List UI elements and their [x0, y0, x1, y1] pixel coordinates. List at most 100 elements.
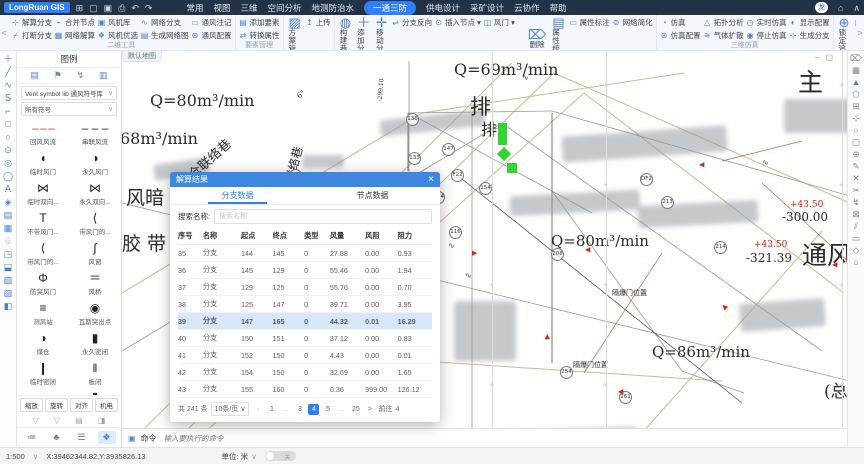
- draw-tool-icon-16[interactable]: ◳: [4, 250, 13, 259]
- next-page-button[interactable]: >: [364, 404, 375, 415]
- symbol-item-瓦斯突出点[interactable]: ◉瓦斯突出点: [69, 299, 121, 329]
- map-tool-icon-7[interactable]: ○: [853, 126, 858, 135]
- page-button-25[interactable]: 25: [350, 404, 361, 415]
- ribbon-item-仿真[interactable]: ◔仿真: [660, 17, 701, 28]
- ribbon-item-风门[interactable]: ◫风门 ▾: [483, 17, 524, 28]
- dialog-tab-分支数据[interactable]: 分支数据: [170, 187, 305, 204]
- ribbon-item-停止仿真[interactable]: ◉停止仿真: [746, 30, 787, 41]
- new-file-icon[interactable]: ⊞: [76, 3, 84, 13]
- ribbon-item-显示配置[interactable]: ◐显示配置: [789, 17, 830, 28]
- ribbon-item-构建巷道[interactable]: ◍构建巷道: [338, 16, 353, 50]
- map-tool-icon-3[interactable]: ▲: [852, 78, 860, 87]
- undo-icon[interactable]: ↶: [131, 3, 139, 13]
- theme-icon[interactable]: ⌂: [838, 3, 843, 13]
- draw-tool-icon-15[interactable]: ♧: [4, 237, 12, 246]
- page-button-4[interactable]: 4: [308, 404, 319, 415]
- symbol-item-不带风门...[interactable]: T不带风门...: [17, 209, 69, 239]
- ribbon-expand-right-icon[interactable]: >: [856, 15, 864, 50]
- dialog-title-bar[interactable]: 解算结果 ×: [170, 172, 440, 187]
- ribbon-item-主要风机[interactable]: ❋主要风机 ▾: [434, 49, 481, 50]
- map-tool-icon-16[interactable]: ▭: [852, 234, 860, 243]
- symbol-item-风窗[interactable]: ∫风窗: [69, 239, 121, 269]
- table-row[interactable]: 42分支154150032.690.001.65: [178, 364, 432, 381]
- search-input[interactable]: [214, 209, 432, 224]
- map-tool-icon-10[interactable]: ✎: [852, 162, 859, 171]
- ribbon-item-上传[interactable]: ↥上传: [305, 17, 331, 28]
- symbol-item-防突风门[interactable]: Φ防突风门: [17, 269, 69, 299]
- map-view-tab[interactable]: 默认地图: [122, 51, 162, 62]
- map-tool-icon-6[interactable]: ⊹: [852, 114, 859, 123]
- map-tool-icon-13[interactable]: ↯: [852, 198, 859, 207]
- ribbon-item-删除[interactable]: ⌦删除: [526, 16, 548, 50]
- legend-header-icon-2[interactable]: ⚑: [54, 70, 62, 81]
- symbol-library-select[interactable]: Vent symbol lib 通风符号库∨: [21, 86, 117, 100]
- dialog-tab-节点数据[interactable]: 节点数据: [305, 187, 440, 204]
- map-tool-icon-15[interactable]: ⫽: [854, 222, 858, 231]
- ribbon-item-下载[interactable]: ↧下载: [305, 49, 331, 50]
- map-tool-icon-11[interactable]: ✕: [852, 174, 859, 183]
- legend-filter-icon-4[interactable]: ◨: [98, 416, 106, 425]
- open-file-icon[interactable]: ▢: [89, 3, 98, 13]
- draw-tool-icon-20[interactable]: ◧: [4, 302, 13, 311]
- legend-button-机电[interactable]: 机电: [95, 398, 118, 412]
- ribbon-item-拓扑分析[interactable]: △拓扑分析: [703, 17, 744, 28]
- ribbon-item-属性统改[interactable]: ▤属性统改: [550, 16, 566, 50]
- symbol-item-临时密闭[interactable]: ❙临时密闭: [17, 359, 69, 389]
- legend-filter-icon-1[interactable]: ▽: [33, 416, 39, 425]
- ribbon-item-通风注记[interactable]: ▭通风注记: [191, 17, 232, 28]
- ribbon-item-仿真配置[interactable]: ⊛仿真配置: [660, 30, 701, 41]
- table-row[interactable]: 41分支15215004.430.000.01: [178, 347, 432, 364]
- menu-tab-常用[interactable]: 常用: [186, 2, 203, 14]
- ribbon-item-网络简化[interactable]: ⊜网络简化: [612, 17, 653, 28]
- print-icon[interactable]: ⎙: [118, 3, 125, 13]
- ribbon-item-添加分支[interactable]: ＋添加分支: [355, 16, 372, 50]
- redo-icon[interactable]: ↷: [145, 3, 153, 13]
- prev-page-button[interactable]: ‹: [252, 404, 263, 415]
- ribbon-item-气体扩散[interactable]: ≋气体扩散: [703, 30, 744, 41]
- menu-tab-供电设计[interactable]: 供电设计: [426, 2, 460, 14]
- symbol-item-永久风门[interactable]: ◑永久风门: [69, 149, 121, 179]
- menu-tab-空间分析[interactable]: 空间分析: [267, 2, 301, 14]
- page-size-select[interactable]: 10条/页∨: [211, 402, 250, 416]
- draw-tool-icon-14[interactable]: ▦: [4, 224, 13, 233]
- legend-button-对齐[interactable]: 对齐: [70, 398, 93, 412]
- symbol-item-串联风流[interactable]: – – –串联风流: [69, 119, 121, 149]
- draw-tool-icon-6[interactable]: □: [5, 120, 10, 129]
- map-tool-icon-9[interactable]: ⊕: [852, 150, 859, 159]
- symbol-filter-select[interactable]: 所有符号∨: [21, 102, 117, 116]
- table-row[interactable]: 37分支129125055.760.000.70: [178, 279, 432, 296]
- scale-select[interactable]: 1:500∨: [6, 452, 38, 461]
- table-row[interactable]: 39分支147165044.320.0116.29: [178, 313, 432, 330]
- table-row[interactable]: 43分支15516000.36999.00126.12: [178, 381, 432, 398]
- draw-tool-icon-4[interactable]: Ｓ: [3, 94, 12, 103]
- ribbon-item-生成网络图[interactable]: ▤生成网络图: [140, 30, 189, 41]
- draw-tool-icon-19[interactable]: ▨: [4, 289, 13, 298]
- collapse-ribbon-icon[interactable]: ∧: [853, 3, 860, 13]
- menu-tab-三维[interactable]: 三维: [240, 2, 257, 14]
- ribbon-item-实时仿真[interactable]: ◷实时仿真: [746, 17, 787, 28]
- ribbon-collapse-left-icon[interactable]: <: [0, 15, 8, 50]
- close-icon[interactable]: ×: [428, 175, 434, 185]
- ribbon-item-取消简化[interactable]: ⊝取消简化: [612, 49, 653, 50]
- legend-tab-icon-2[interactable]: ♣: [48, 431, 66, 444]
- legend-tab-icon-1[interactable]: ≔: [23, 431, 41, 444]
- ribbon-item-生成分支[interactable]: ⊹生成分支: [789, 30, 830, 41]
- ribbon-item-定位分支[interactable]: ◎定位分支: [391, 49, 432, 50]
- ribbon-item-转换属性[interactable]: ⇄转换属性: [239, 30, 280, 41]
- draw-tool-icon-1[interactable]: ＋: [3, 55, 12, 64]
- unit-select[interactable]: 单位: 米∨: [222, 451, 257, 462]
- menu-tab-一通三防[interactable]: 一通三防: [364, 1, 416, 15]
- menu-tab-云协作[interactable]: 云协作: [514, 2, 540, 14]
- legend-tab-icon-3[interactable]: ☰: [73, 431, 91, 444]
- draw-tool-icon-11[interactable]: Ａ: [3, 185, 12, 194]
- table-row[interactable]: 36分支145129055.460.001.94: [178, 262, 432, 279]
- ribbon-item-通风配置[interactable]: ⊛通风配置: [191, 30, 232, 41]
- symbol-item-临时双向...[interactable]: ⋈临时双向...: [17, 179, 69, 209]
- map-tool-icon-8[interactable]: ▢: [852, 138, 860, 147]
- legend-filter-icon-2[interactable]: ▽: [54, 416, 60, 425]
- draw-tool-icon-3[interactable]: ∿: [4, 81, 12, 90]
- draw-tool-icon-2[interactable]: ╱: [5, 68, 10, 77]
- table-row[interactable]: 35分支144145027.880.000.93: [178, 245, 432, 262]
- legend-button-缩放[interactable]: 缩放: [20, 398, 43, 412]
- symbol-item-带风门的...[interactable]: ⟨带风门的...: [17, 239, 69, 269]
